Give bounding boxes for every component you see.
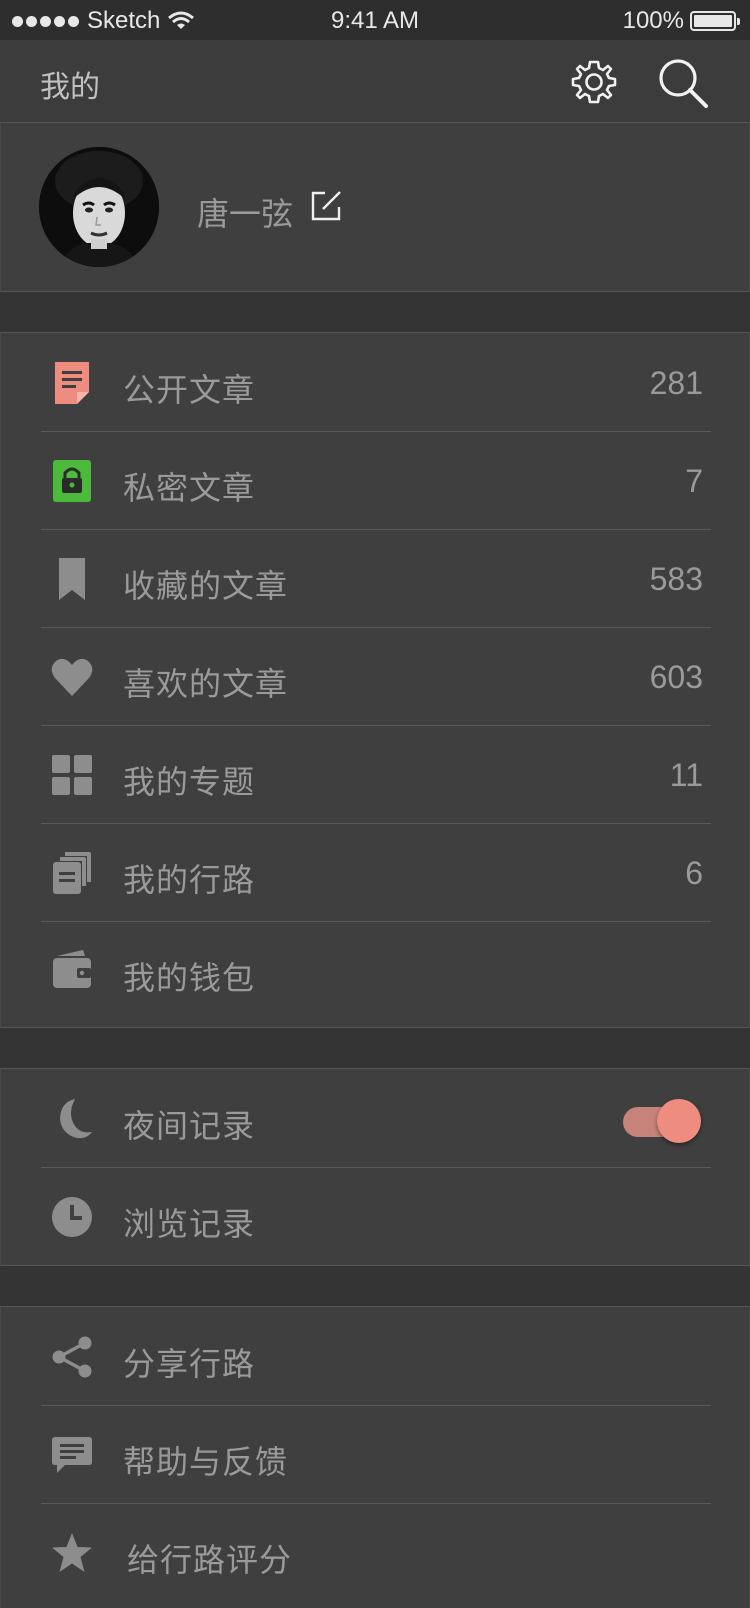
toggle-knob <box>657 1099 701 1143</box>
star-icon <box>52 1533 92 1572</box>
menu-item-label: 我的行路 <box>123 861 256 899</box>
menu-item-private-articles[interactable]: 私密文章 7 <box>1 431 750 529</box>
battery-icon <box>690 11 740 31</box>
menu-item-count: 7 <box>685 463 703 499</box>
menu-item-count: 11 <box>669 757 703 793</box>
menu-item-help-feedback[interactable]: 帮助与反馈 <box>1 1405 750 1503</box>
moon-icon <box>60 1099 92 1139</box>
menu-item-my-journeys[interactable]: 我的行路 6 <box>1 823 750 921</box>
menu-item-label: 公开文章 <box>123 371 256 409</box>
menu-item-label: 给行路评分 <box>127 1541 293 1579</box>
clock-icon <box>52 1197 92 1237</box>
menu-item-share[interactable]: 分享行路 <box>1 1307 750 1405</box>
menu-item-night-mode[interactable]: 夜间记录 <box>1 1069 750 1167</box>
document-icon <box>55 362 89 404</box>
menu-item-label: 我的钱包 <box>123 959 256 997</box>
menu-item-label: 我的专题 <box>123 763 256 801</box>
status-right: 100% <box>622 7 740 35</box>
night-mode-toggle[interactable] <box>623 1099 701 1143</box>
profile-card[interactable]: 唐一弦 <box>0 122 750 292</box>
menu-item-bookmarked-articles[interactable]: 收藏的文章 583 <box>1 529 750 627</box>
menu-item-label: 夜间记录 <box>123 1107 256 1145</box>
menu-item-rate-app[interactable]: 给行路评分 <box>1 1503 750 1601</box>
user-name[interactable]: 唐一弦 <box>197 189 293 235</box>
search-icon[interactable] <box>656 56 710 110</box>
share-icon <box>52 1336 92 1378</box>
menu-item-count: 6 <box>685 855 703 891</box>
heart-icon <box>51 658 93 696</box>
menu-item-browse-history[interactable]: 浏览记录 <box>1 1167 750 1265</box>
battery-percent: 100% <box>622 7 684 34</box>
menu-item-liked-articles[interactable]: 喜欢的文章 603 <box>1 627 750 725</box>
menu-item-label: 帮助与反馈 <box>123 1443 289 1481</box>
grid-icon <box>52 755 92 795</box>
menu-item-count: 603 <box>649 659 703 695</box>
edit-icon[interactable] <box>309 189 343 223</box>
menu-item-count: 281 <box>649 365 703 401</box>
menu-item-label: 私密文章 <box>123 469 256 507</box>
avatar-image <box>39 147 159 267</box>
notebook-icon <box>53 852 91 894</box>
status-bar: Sketch 9:41 AM 100% <box>0 0 750 40</box>
menu-item-count: 583 <box>649 561 703 597</box>
nav-bar: 我的 <box>0 40 750 122</box>
avatar[interactable] <box>39 147 159 267</box>
gear-icon[interactable] <box>568 56 620 108</box>
menu-item-label: 喜欢的文章 <box>123 665 289 703</box>
records-card: 夜间记录 浏览记录 <box>0 1068 750 1266</box>
menu-item-label: 分享行路 <box>123 1345 256 1383</box>
menu-item-label: 浏览记录 <box>123 1205 256 1243</box>
lock-icon <box>53 460 91 502</box>
message-icon <box>52 1437 92 1473</box>
menu-item-public-articles[interactable]: 公开文章 281 <box>1 333 750 431</box>
menu-item-my-wallet[interactable]: 我的钱包 <box>1 921 750 1019</box>
page-title: 我的 <box>40 70 100 105</box>
bookmark-icon <box>59 558 85 600</box>
wallet-icon <box>53 950 91 988</box>
menu-item-label: 收藏的文章 <box>123 567 289 605</box>
articles-card: 公开文章 281 私密文章 7 收藏的文章 583 喜欢的文章 603 我的专题… <box>0 332 750 1028</box>
menu-item-my-topics[interactable]: 我的专题 11 <box>1 725 750 823</box>
more-card: 分享行路 帮助与反馈 给行路评分 <box>0 1306 750 1608</box>
